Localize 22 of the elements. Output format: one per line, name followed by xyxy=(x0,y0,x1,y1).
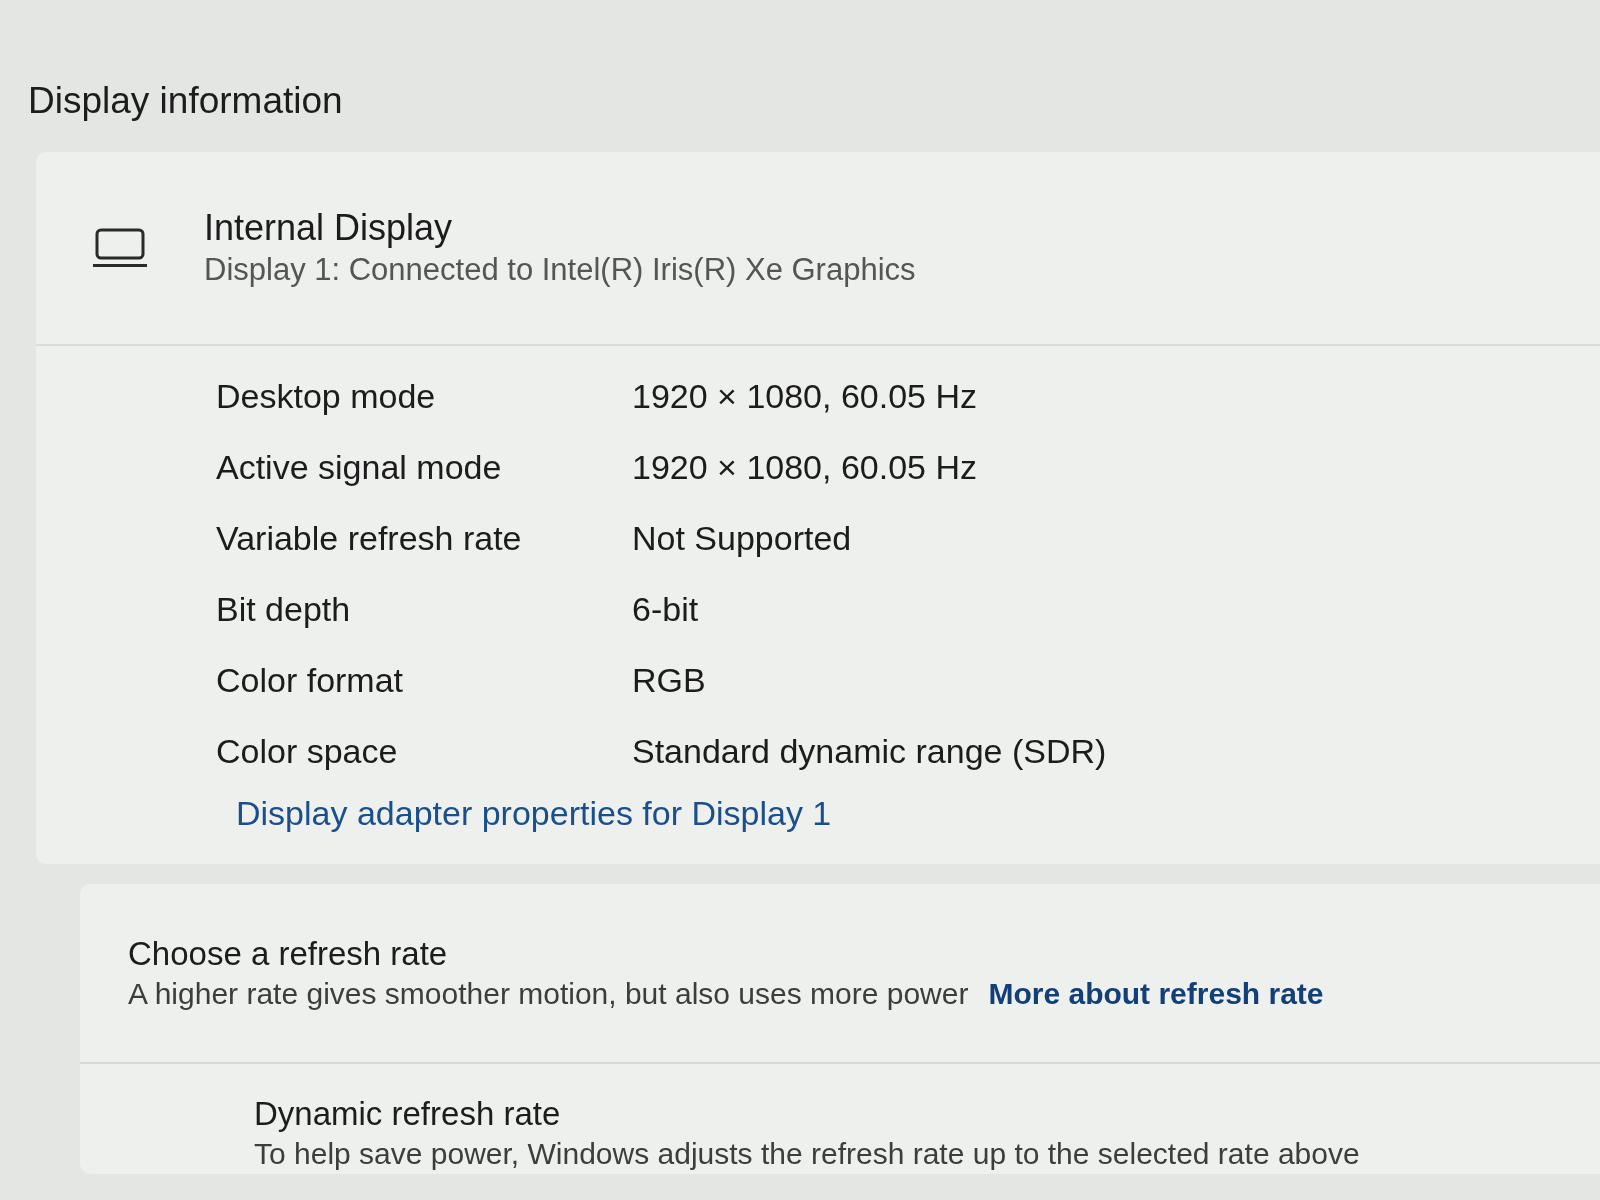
property-value: 1920 × 1080, 60.05 Hz xyxy=(632,446,978,488)
property-label: Bit depth xyxy=(216,588,352,630)
property-value: 1920 × 1080, 60.05 Hz xyxy=(632,375,978,417)
section-title: Display information xyxy=(28,79,343,123)
refresh-rate-title: Choose a refresh rate xyxy=(128,934,448,974)
refresh-rate-description: A higher rate gives smoother motion, but also uses more power xyxy=(128,976,969,1012)
property-label: Color space xyxy=(216,730,399,772)
display-name: Internal Display xyxy=(204,207,454,249)
dynamic-refresh-description: To help save power, Windows adjusts the refresh rate up to the selected rate above xyxy=(254,1136,1360,1172)
laptop-icon xyxy=(92,228,148,268)
dynamic-refresh-title: Dynamic refresh rate xyxy=(254,1094,561,1134)
display-connection: Display 1: Connected to Intel(R) Iris(R) Xe Graphics xyxy=(204,251,916,289)
adapter-properties-link[interactable]: Display adapter properties for Display 1 xyxy=(236,790,832,836)
property-value: 6-bit xyxy=(632,588,700,630)
property-value: RGB xyxy=(632,659,707,701)
property-label: Color format xyxy=(216,659,405,701)
property-label: Active signal mode xyxy=(216,446,503,488)
property-label: Desktop mode xyxy=(216,375,437,417)
property-value: Standard dynamic range (SDR) xyxy=(632,730,1107,772)
refresh-rate-link[interactable]: More about refresh rate xyxy=(988,974,1324,1014)
property-value: Not Supported xyxy=(632,517,853,559)
property-label: Variable refresh rate xyxy=(216,517,523,559)
